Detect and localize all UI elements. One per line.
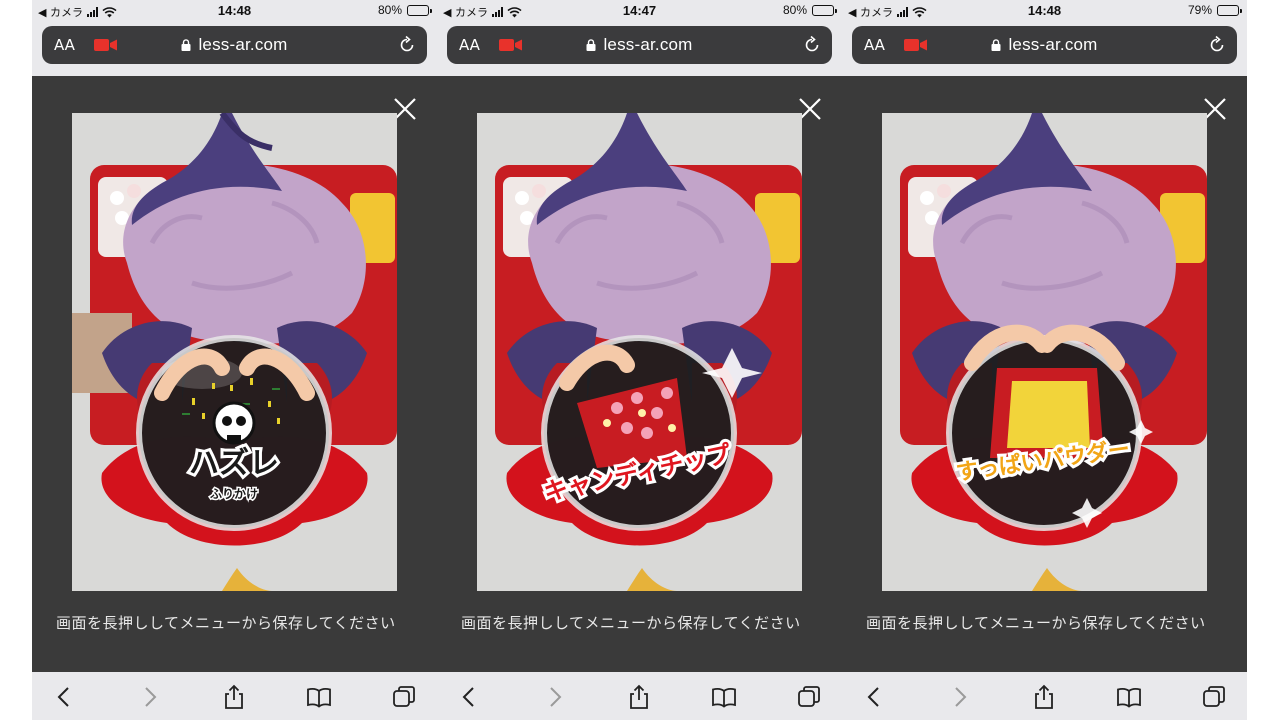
status-time: 14:48: [1027, 3, 1062, 18]
ar-photo[interactable]: キャンディチップ: [477, 113, 802, 591]
battery-percent: 79%: [1187, 3, 1212, 17]
battery-icon: [1217, 4, 1242, 16]
reload-icon[interactable]: [1207, 35, 1227, 55]
phone-screen-2: ◀ カメラ 14:47 80% AA less-ar.com キャンディチップ …: [437, 0, 842, 720]
battery-icon: [407, 4, 432, 16]
url-text: less-ar.com: [198, 35, 288, 54]
address-bar[interactable]: AA less-ar.com: [42, 26, 427, 64]
battery-icon: [812, 4, 837, 16]
book-icon[interactable]: [306, 684, 332, 710]
chevron-right-icon[interactable]: [136, 684, 162, 710]
address-bar[interactable]: AA less-ar.com: [852, 26, 1237, 64]
url-field[interactable]: less-ar.com: [447, 35, 832, 55]
browser-address-area: AA less-ar.com: [437, 22, 842, 76]
lock-icon: [991, 39, 1001, 51]
status-time: 14:48: [217, 3, 252, 18]
chevron-right-icon[interactable]: [946, 684, 972, 710]
url-field[interactable]: less-ar.com: [42, 35, 427, 55]
lock-icon: [181, 39, 191, 51]
phone-screen-3: ◀ カメラ 14:48 79% AA less-ar.com すっぱいパウダー …: [842, 0, 1247, 720]
browser-address-area: AA less-ar.com: [842, 22, 1247, 76]
status-bar: ◀ カメラ 14:48 79%: [842, 0, 1247, 22]
browser-toolbar: [842, 672, 1247, 720]
url-field[interactable]: less-ar.com: [852, 35, 1237, 55]
status-bar: ◀ カメラ 14:48 80%: [32, 0, 437, 22]
browser-toolbar: [32, 672, 437, 720]
chevron-left-icon[interactable]: [52, 684, 78, 710]
tabs-icon[interactable]: [391, 684, 417, 710]
tabs-icon[interactable]: [1201, 684, 1227, 710]
chevron-left-icon[interactable]: [457, 684, 483, 710]
chevron-left-icon[interactable]: [862, 684, 888, 710]
address-bar[interactable]: AA less-ar.com: [447, 26, 832, 64]
book-icon[interactable]: [1116, 684, 1142, 710]
fortune-label: ハズレ: [189, 446, 279, 481]
fortune-sublabel: ふりかけ: [210, 487, 258, 501]
reload-icon[interactable]: [802, 35, 822, 55]
browser-address-area: AA less-ar.com: [32, 22, 437, 76]
url-text: less-ar.com: [1008, 35, 1098, 54]
save-instruction: 画面を長押ししてメニューから保存してください: [866, 615, 1206, 632]
battery-percent: 80%: [782, 3, 807, 17]
lock-icon: [586, 39, 596, 51]
ar-photo[interactable]: すっぱいパウダー: [882, 113, 1207, 591]
save-instruction: 画面を長押ししてメニューから保存してください: [56, 615, 396, 632]
share-icon[interactable]: [221, 684, 247, 710]
tabs-icon[interactable]: [796, 684, 822, 710]
url-text: less-ar.com: [603, 35, 693, 54]
status-time: 14:47: [622, 3, 657, 18]
browser-toolbar: [437, 672, 842, 720]
reload-icon[interactable]: [397, 35, 417, 55]
share-icon[interactable]: [1031, 684, 1057, 710]
book-icon[interactable]: [711, 684, 737, 710]
share-icon[interactable]: [626, 684, 652, 710]
ar-photo[interactable]: ハズレ ふりかけ: [72, 113, 397, 591]
status-bar: ◀ カメラ 14:47 80%: [437, 0, 842, 22]
phone-screen-1: ◀ カメラ 14:48 80% AA less-ar.com ハズレ ふりかけ …: [32, 0, 437, 720]
chevron-right-icon[interactable]: [541, 684, 567, 710]
save-instruction: 画面を長押ししてメニューから保存してください: [461, 615, 801, 632]
battery-percent: 80%: [377, 3, 402, 17]
